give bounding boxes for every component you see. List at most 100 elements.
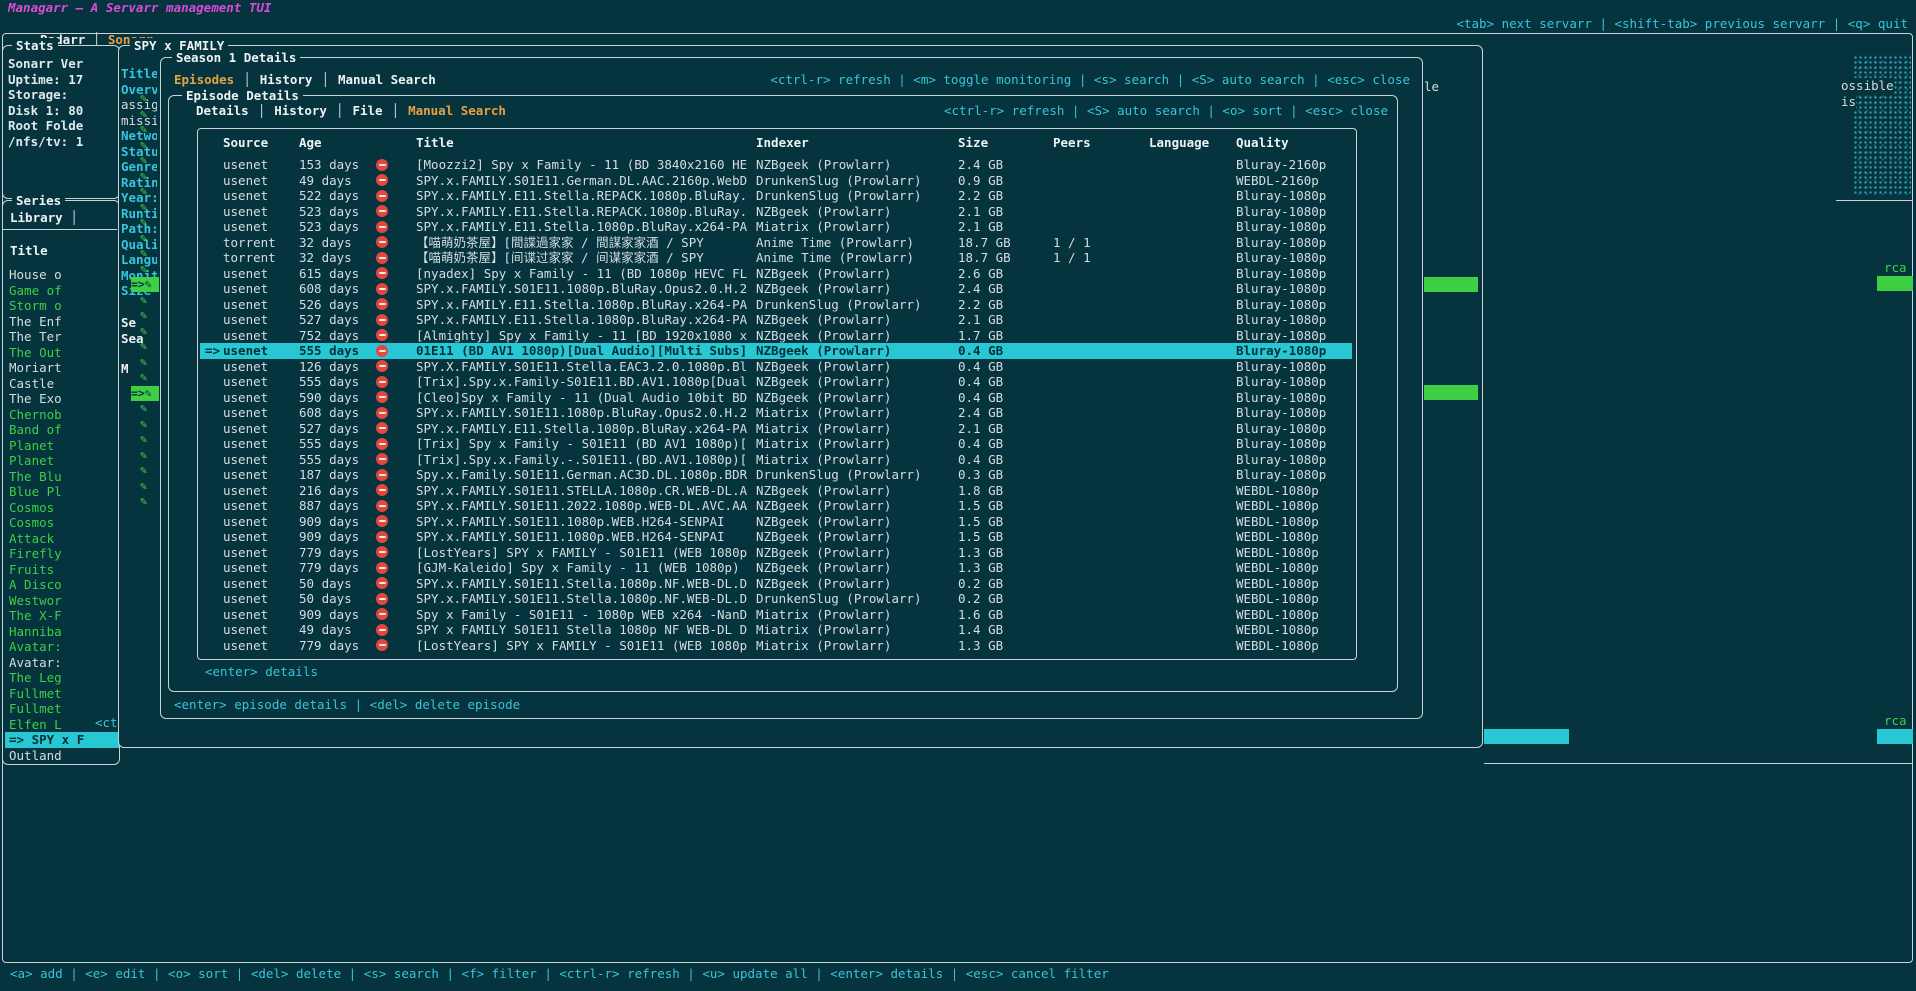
- cell-quality: Bluray-2160p: [1236, 157, 1352, 173]
- search-result-row[interactable]: usenet523 daysSPY.x.FAMILY.E11.Stella.RE…: [198, 204, 1356, 220]
- series-row[interactable]: Game of: [5, 283, 119, 299]
- selected-episode-row-fragment[interactable]: =>✎: [131, 386, 159, 401]
- search-result-row[interactable]: usenet49 daysSPY x FAMILY S01E11 Stella …: [198, 622, 1356, 638]
- search-result-row[interactable]: usenet779 days[LostYears] SPY x FAMILY -…: [198, 545, 1356, 561]
- search-result-row[interactable]: usenet615 days[nyadex] Spy x Family - 11…: [198, 266, 1356, 282]
- search-result-row[interactable]: usenet523 daysSPY.x.FAMILY.E11.Stella.10…: [198, 219, 1356, 235]
- search-result-row[interactable]: usenet909 daysSPY.x.FAMILY.S01E11.1080p.…: [198, 529, 1356, 545]
- search-result-row[interactable]: usenet126 daysSPY.X.FAMILY.S01E11.Stella…: [198, 359, 1356, 375]
- series-row[interactable]: The Out: [5, 345, 119, 361]
- series-row[interactable]: Moriart: [5, 360, 119, 376]
- cell-size: 1.3 GB: [958, 560, 1050, 576]
- series-row[interactable]: Cosmos: [5, 515, 119, 531]
- series-row[interactable]: Firefly: [5, 546, 119, 562]
- rejected-icon: [376, 329, 388, 341]
- tab-manual-search[interactable]: Manual Search: [338, 72, 436, 88]
- series-row[interactable]: House o: [5, 267, 119, 283]
- search-result-row[interactable]: usenet608 daysSPY.x.FAMILY.S01E11.1080p.…: [198, 405, 1356, 421]
- series-row[interactable]: Avatar:: [5, 639, 119, 655]
- tab-library[interactable]: Library │: [10, 210, 78, 226]
- column-header-title[interactable]: Title: [416, 135, 454, 151]
- field-label: Overv: [121, 82, 157, 98]
- search-result-row[interactable]: usenet50 daysSPY.x.FAMILY.S01E11.Stella.…: [198, 591, 1356, 607]
- tab-history[interactable]: History: [274, 103, 327, 119]
- cell-quality: Bluray-1080p: [1236, 235, 1352, 251]
- search-result-row[interactable]: usenet153 days[Moozzi2] Spy x Family - 1…: [198, 157, 1356, 173]
- series-row[interactable]: Storm o: [5, 298, 119, 314]
- search-result-row[interactable]: usenet527 daysSPY.x.FAMILY.E11.Stella.10…: [198, 421, 1356, 437]
- cell-quality: Bluray-1080p: [1236, 467, 1352, 483]
- cell-title: 01E11 (BD AV1 1080p)[Dual Audio][Multi S…: [416, 343, 752, 359]
- search-result-row[interactable]: usenet50 daysSPY.x.FAMILY.S01E11.Stella.…: [198, 576, 1356, 592]
- tab-details[interactable]: Details: [196, 103, 249, 119]
- series-row[interactable]: Band of: [5, 422, 119, 438]
- column-header-quality[interactable]: Quality: [1236, 135, 1289, 151]
- search-result-row[interactable]: usenet522 daysSPY.x.FAMILY.E11.Stella.RE…: [198, 188, 1356, 204]
- cell-source: usenet: [223, 436, 295, 452]
- series-row[interactable]: Blue Pl: [5, 484, 119, 500]
- search-result-row[interactable]: usenet555 days[Trix].Spy.x.Family.-.S01E…: [198, 452, 1356, 468]
- series-row[interactable]: Fullmet: [5, 686, 119, 702]
- series-row[interactable]: Outland: [5, 748, 119, 764]
- cell-source: usenet: [223, 498, 295, 514]
- cell-title: [LostYears] SPY x FAMILY - S01E11 (WEB 1…: [416, 545, 752, 561]
- series-row[interactable]: The Ter: [5, 329, 119, 345]
- series-row[interactable]: Cosmos: [5, 500, 119, 516]
- search-result-row[interactable]: usenet608 daysSPY.x.FAMILY.S01E11.1080p.…: [198, 281, 1356, 297]
- column-header-source[interactable]: Source: [223, 135, 268, 151]
- series-row[interactable]: The Blu: [5, 469, 119, 485]
- search-result-row[interactable]: usenet526 daysSPY.x.FAMILY.E11.Stella.10…: [198, 297, 1356, 313]
- search-result-row[interactable]: usenet752 days[Almighty] Spy x Family - …: [198, 328, 1356, 344]
- series-row[interactable]: The Enf: [5, 314, 119, 330]
- monitored-icon: ✎: [140, 153, 147, 168]
- series-row[interactable]: Castle: [5, 376, 119, 392]
- series-row[interactable]: Fruits: [5, 562, 119, 578]
- series-row[interactable]: Attack: [5, 531, 119, 547]
- column-header-language[interactable]: Language: [1149, 135, 1209, 151]
- series-row[interactable]: Planet: [5, 438, 119, 454]
- column-header-indexer[interactable]: Indexer: [756, 135, 809, 151]
- overview-text-fragment: ossible: [1841, 78, 1894, 94]
- tab-history[interactable]: History: [260, 72, 313, 88]
- series-row[interactable]: Chernob: [5, 407, 119, 423]
- column-header-size[interactable]: Size: [958, 135, 988, 151]
- search-result-row[interactable]: usenet216 daysSPY.x.FAMILY.S01E11.STELLA…: [198, 483, 1356, 499]
- search-result-row[interactable]: usenet909 daysSPY.x.FAMILY.S01E11.1080p.…: [198, 514, 1356, 530]
- series-row[interactable]: Westwor: [5, 593, 119, 609]
- field-label: Path:: [121, 221, 157, 237]
- series-row[interactable]: The Exo: [5, 391, 119, 407]
- search-result-row[interactable]: usenet590 days[Cleo]Spy x Family - 11 (D…: [198, 390, 1356, 406]
- cell-age: 615 days: [299, 266, 373, 282]
- cell-age: 555 days: [299, 452, 373, 468]
- search-result-row[interactable]: usenet887 daysSPY.x.FAMILY.S01E11.2022.1…: [198, 498, 1356, 514]
- search-result-row[interactable]: torrent32 days【喵萌奶茶屋】[間諜過家家 / 間謀家家酒 / SP…: [198, 235, 1356, 251]
- cell-title: SPY.x.FAMILY.S01E11.1080p.BluRay.Opus2.0…: [416, 281, 752, 297]
- monitored-icon: ✎: [140, 184, 147, 199]
- cell-title: SPY.x.FAMILY.E11.Stella.REPACK.1080p.Blu…: [416, 188, 752, 204]
- search-result-row[interactable]: usenet527 daysSPY.x.FAMILY.E11.Stella.10…: [198, 312, 1356, 328]
- cell-age: 126 days: [299, 359, 373, 375]
- tab-episodes[interactable]: Episodes: [174, 72, 234, 88]
- search-result-row[interactable]: usenet555 days[Trix] Spy x Family - S01E…: [198, 436, 1356, 452]
- search-result-row[interactable]: usenet779 days[GJM-Kaleido] Spy x Family…: [198, 560, 1356, 576]
- search-result-row[interactable]: torrent32 days【喵萌奶茶屋】[间谍过家家 / 间谋家家酒 / SP…: [198, 250, 1356, 266]
- series-row-selected[interactable]: => SPY x F: [5, 732, 119, 748]
- series-row[interactable]: The X-F: [5, 608, 119, 624]
- column-header-age[interactable]: Age: [299, 135, 322, 151]
- search-result-row[interactable]: usenet187 daysSpy.x.Family.S01E11.German…: [198, 467, 1356, 483]
- search-result-row[interactable]: usenet779 days[LostYears] SPY x FAMILY -…: [198, 638, 1356, 654]
- series-row[interactable]: Planet: [5, 453, 119, 469]
- cell-quality: Bluray-1080p: [1236, 204, 1352, 220]
- series-row[interactable]: Hanniba: [5, 624, 119, 640]
- search-result-row[interactable]: usenet555 days[Trix].Spy.x.Family-S01E11…: [198, 374, 1356, 390]
- search-result-row[interactable]: =>usenet555 days01E11 (BD AV1 1080p)[Dua…: [198, 343, 1356, 359]
- tab-manual-search[interactable]: Manual Search: [408, 103, 506, 119]
- column-header-peers[interactable]: Peers: [1053, 135, 1091, 151]
- series-row[interactable]: Avatar:: [5, 655, 119, 671]
- series-row[interactable]: A Disco: [5, 577, 119, 593]
- search-result-row[interactable]: usenet49 daysSPY.x.FAMILY.S01E11.German.…: [198, 173, 1356, 189]
- selected-episode-row-fragment[interactable]: =>✎: [131, 277, 159, 292]
- search-result-row[interactable]: usenet909 daysSpy x Family - S01E11 - 10…: [198, 607, 1356, 623]
- series-row[interactable]: The Leg: [5, 670, 119, 686]
- tab-file[interactable]: File: [352, 103, 382, 119]
